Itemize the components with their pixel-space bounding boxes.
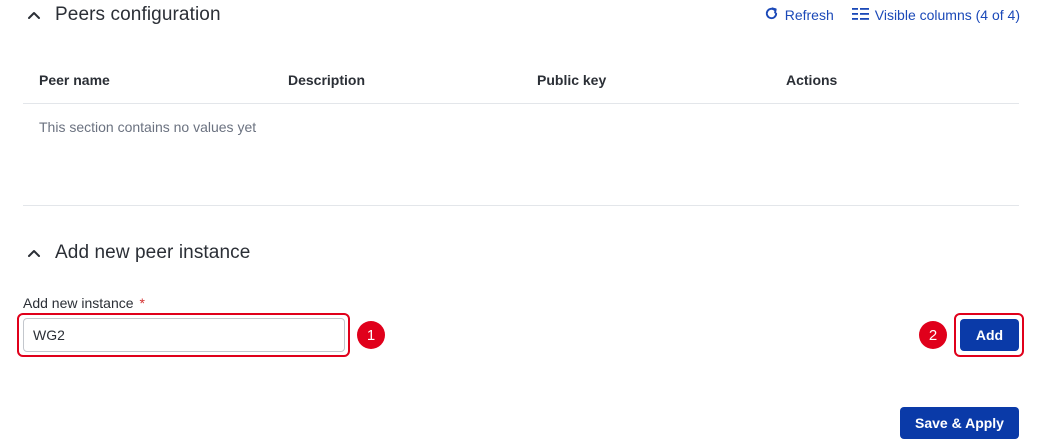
table-header-row: Peer name Description Public key Actions bbox=[23, 57, 1019, 104]
required-asterisk: * bbox=[139, 295, 145, 311]
step-badge-2: 2 bbox=[919, 321, 947, 349]
visible-columns-link[interactable]: Visible columns (4 of 4) bbox=[851, 7, 1020, 24]
save-apply-button[interactable]: Save & Apply bbox=[900, 407, 1019, 439]
step-badge-1: 1 bbox=[357, 321, 385, 349]
columns-list-icon bbox=[851, 7, 869, 24]
page: Peers configuration Refresh Visible colu… bbox=[0, 0, 1042, 448]
column-header-actions: Actions bbox=[786, 72, 838, 88]
peers-table: Peer name Description Public key Actions… bbox=[23, 57, 1019, 135]
add-section-title: Add new peer instance bbox=[55, 242, 251, 263]
section-divider bbox=[23, 205, 1019, 206]
peers-toolbar: Refresh Visible columns (4 of 4) bbox=[764, 6, 1020, 24]
chevron-up-icon[interactable] bbox=[23, 242, 45, 264]
column-header-public-key: Public key bbox=[537, 72, 607, 88]
add-button[interactable]: Add bbox=[960, 319, 1019, 351]
refresh-label: Refresh bbox=[784, 7, 834, 23]
table-empty-message: This section contains no values yet bbox=[39, 119, 257, 135]
add-section-header[interactable]: Add new peer instance bbox=[23, 242, 250, 264]
refresh-icon bbox=[764, 6, 779, 24]
column-header-description: Description bbox=[288, 72, 366, 88]
chevron-up-icon[interactable] bbox=[23, 4, 45, 26]
peers-section-header[interactable]: Peers configuration bbox=[23, 4, 221, 26]
add-instance-label-text: Add new instance bbox=[23, 295, 134, 311]
add-instance-input[interactable] bbox=[23, 318, 345, 352]
peers-section-title: Peers configuration bbox=[55, 4, 221, 25]
column-header-peer-name: Peer name bbox=[39, 72, 110, 88]
add-instance-label: Add new instance * bbox=[23, 295, 145, 311]
refresh-link[interactable]: Refresh bbox=[764, 6, 834, 24]
visible-columns-label: Visible columns (4 of 4) bbox=[874, 7, 1020, 23]
